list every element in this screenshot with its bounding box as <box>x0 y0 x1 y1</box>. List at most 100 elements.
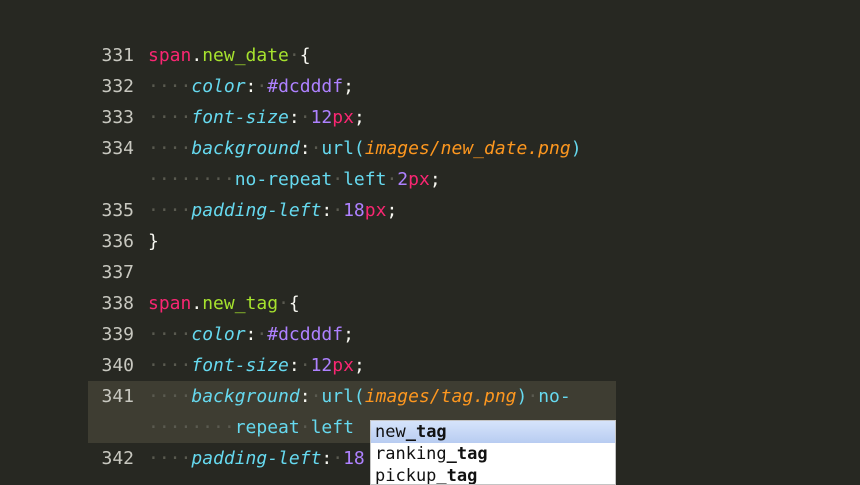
code-line[interactable]: 338 span.new_tag·{ <box>0 288 860 319</box>
code-text: ········no-repeat·left·2px; <box>148 164 441 195</box>
code-text: ····font-size:·12px; <box>148 102 365 133</box>
code-line[interactable]: 333 ····font-size:·12px; <box>0 102 860 133</box>
line-number: 339 <box>101 324 134 345</box>
code-text: } <box>148 226 159 257</box>
code-text: ····font-size:·12px; <box>148 350 365 381</box>
token-tag: span <box>148 45 192 66</box>
token-punc: : <box>245 76 257 97</box>
token-num: 18 <box>343 200 365 221</box>
code-line[interactable]: ········no-repeat·left·2px; <box>0 164 860 195</box>
line-number: 338 <box>101 293 134 314</box>
code-line[interactable]: 331 span.new_date·{ <box>0 40 860 71</box>
token-func: ) <box>570 138 582 159</box>
token-tag: span <box>148 293 192 314</box>
token-ws: · <box>332 448 344 469</box>
token-unit: px <box>408 169 430 190</box>
autocomplete-item[interactable]: ranking_tag <box>371 443 615 465</box>
code-line[interactable]: 335 ····padding-left:·18px; <box>0 195 860 226</box>
token-ws: · <box>386 169 398 190</box>
token-ws: · <box>332 200 344 221</box>
code-text: ····padding-left:·18px; <box>148 195 397 226</box>
line-number: 342 <box>101 448 134 469</box>
token-func: url( <box>321 138 365 159</box>
token-punc: ; <box>386 200 398 221</box>
token-ws: · <box>256 324 268 345</box>
token-prop: color <box>191 76 246 97</box>
code-text: ····color:·#dcdddf; <box>148 71 354 102</box>
code-editor[interactable]: 331 span.new_date·{332 ····color:·#dcdddf;… <box>0 40 860 483</box>
token-ws: · <box>299 417 311 438</box>
code-line[interactable]: 337 <box>0 257 860 288</box>
token-num: 12 <box>310 107 333 128</box>
token-unit: px <box>332 355 354 376</box>
autocomplete-match: _tag <box>436 466 478 485</box>
token-prop: padding-left <box>191 200 322 221</box>
token-val: no- <box>538 386 571 407</box>
line-number: 331 <box>101 45 134 66</box>
line-number: 341 <box>101 386 134 407</box>
code-line[interactable]: 336} <box>0 226 860 257</box>
token-punc: . <box>191 45 203 66</box>
token-ws: · <box>288 45 300 66</box>
autocomplete-item[interactable]: pickup_tag <box>371 465 615 485</box>
token-str: images/new_date.png <box>364 138 571 159</box>
token-punc: } <box>148 231 159 252</box>
token-ws: · <box>332 169 344 190</box>
token-ws: ···· <box>148 324 192 345</box>
token-ws: ···· <box>148 138 192 159</box>
token-str: images/tag.png <box>364 386 517 407</box>
code-text: span.new_date·{ <box>148 40 311 71</box>
code-text: ····padding-left:·18 <box>148 443 365 474</box>
token-unit: px <box>332 107 354 128</box>
token-val: repeat <box>234 417 300 438</box>
token-punc: : <box>321 200 333 221</box>
token-num: 2 <box>397 169 409 190</box>
token-punc: : <box>288 107 300 128</box>
token-color: #dcdddf <box>267 324 344 345</box>
token-val: no-repeat <box>234 169 333 190</box>
code-text: ····background:·url(images/tag.png)·no- <box>148 381 571 412</box>
token-punc: ; <box>343 76 354 97</box>
autocomplete-match: _tag <box>446 444 488 464</box>
token-ws: · <box>299 107 311 128</box>
autocomplete-match: _tag <box>405 422 447 442</box>
code-line[interactable]: 341 ····background:·url(images/tag.png)·n… <box>0 381 860 412</box>
token-ws: · <box>299 355 311 376</box>
code-line[interactable]: 340 ····font-size:·12px; <box>0 350 860 381</box>
token-color: #dcdddf <box>267 76 344 97</box>
token-sel: new_date <box>202 45 289 66</box>
code-line[interactable]: 332 ····color:·#dcdddf; <box>0 71 860 102</box>
token-prop: background <box>191 138 300 159</box>
token-ws: · <box>527 386 539 407</box>
code-text: ····color:·#dcdddf; <box>148 319 354 350</box>
code-line[interactable]: 339 ····color:·#dcdddf; <box>0 319 860 350</box>
token-ws: ···· <box>148 200 192 221</box>
token-val: left <box>343 169 387 190</box>
token-ws: ···· <box>148 355 192 376</box>
token-ws: ···· <box>148 107 192 128</box>
line-number: 333 <box>101 107 134 128</box>
token-punc: . <box>191 293 203 314</box>
code-line[interactable]: 334 ····background:·url(images/new_date.p… <box>0 133 860 164</box>
token-prop: color <box>191 324 246 345</box>
token-prop: background <box>191 386 300 407</box>
autocomplete-popup[interactable]: new_tag ranking_tag pickup_tag <box>370 420 616 485</box>
token-ws: · <box>310 138 322 159</box>
token-func: ) <box>516 386 528 407</box>
token-func: url( <box>321 386 365 407</box>
line-number: 335 <box>101 200 134 221</box>
line-number: 336 <box>101 231 134 252</box>
token-punc: ; <box>353 355 365 376</box>
token-prop: font-size <box>191 107 289 128</box>
token-val: left <box>310 417 354 438</box>
token-punc: ; <box>343 324 354 345</box>
token-unit: px <box>364 200 387 221</box>
token-ws: ···· <box>148 76 192 97</box>
token-ws: ········ <box>148 169 235 190</box>
line-number: 340 <box>101 355 134 376</box>
token-punc: : <box>245 324 257 345</box>
token-prop: padding-left <box>191 448 322 469</box>
token-ws: ···· <box>148 386 192 407</box>
autocomplete-item[interactable]: new_tag <box>371 421 615 443</box>
autocomplete-prefix: new <box>375 422 406 442</box>
